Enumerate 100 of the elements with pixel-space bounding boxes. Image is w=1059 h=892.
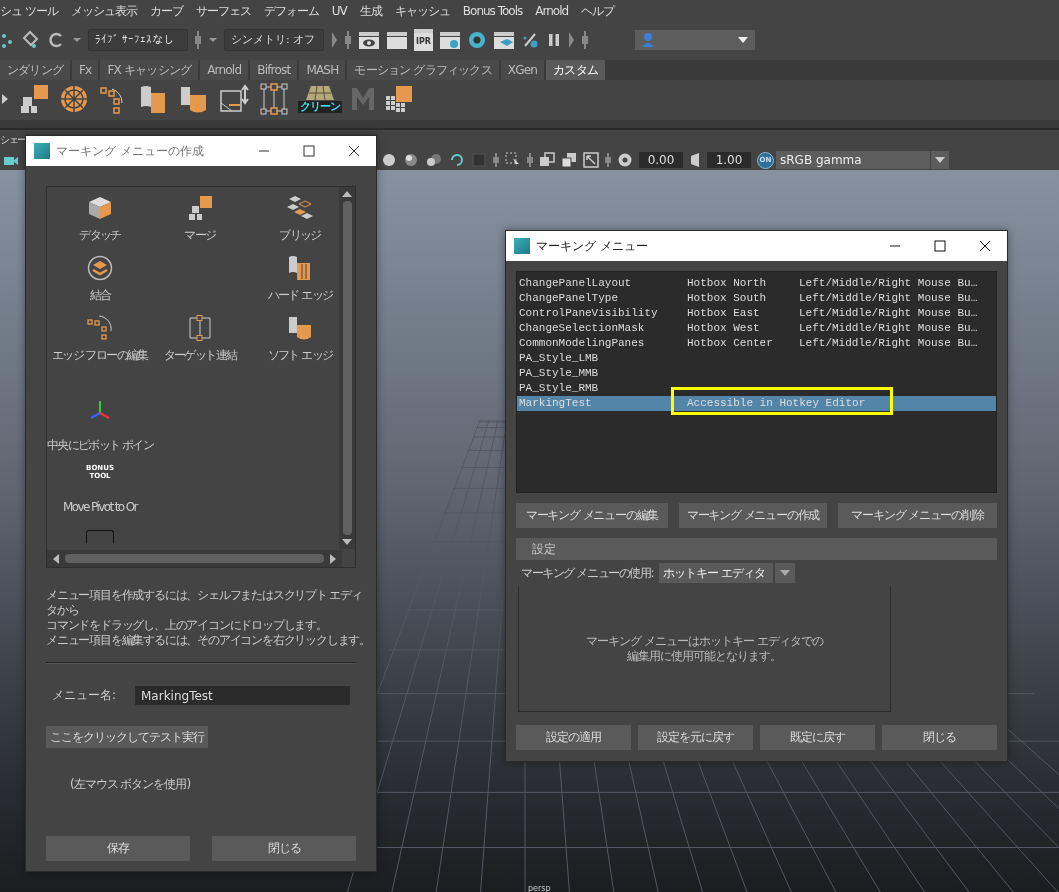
horizontal-scrollbar[interactable] [47, 550, 342, 567]
menu-item[interactable]: キャッシュ [394, 2, 450, 20]
scale-pivot-icon[interactable] [218, 83, 250, 115]
wheel-icon[interactable] [58, 83, 90, 115]
list-row[interactable]: PA_Style_RMB [517, 381, 996, 396]
view-transform-dropdown[interactable]: sRGB gamma [776, 151, 930, 169]
dialog-button[interactable]: 設定を元に戻す [638, 725, 753, 750]
list-row[interactable]: ChangePanelType Hotbox South Left/Middle/Right Mouse Bu… [517, 291, 996, 306]
list-row[interactable]: ChangeSelectionMask Hotbox West Left/Middle/Right Mouse Bu… [517, 321, 996, 336]
menu-item[interactable]: メッシュ表示 [70, 2, 137, 20]
list-row[interactable]: ControlPaneVisibility Hotbox East Left/Middle/Right Mouse Bu… [517, 306, 996, 321]
ipr-render-icon[interactable]: IPR [414, 29, 433, 51]
menu-name-field[interactable]: MarkingTest [135, 686, 350, 705]
test-run-button[interactable]: ここをクリックしてテスト実行 [46, 726, 208, 748]
scroll-right-icon[interactable] [330, 553, 336, 564]
symmetry-field[interactable]: シンメトリ: オフ [224, 29, 324, 51]
double-sphere-icon[interactable] [425, 152, 443, 168]
dialog-button[interactable]: 閉じる [882, 725, 997, 750]
list-row[interactable]: ChangePanelLayout Hotbox North Left/Middle/Right Mouse Bu… [517, 276, 996, 291]
menu-item[interactable]: シュ ツール [0, 2, 58, 20]
menu-item[interactable]: UV [331, 4, 347, 18]
menu-item[interactable]: デフォーム [263, 2, 319, 20]
merge-icon[interactable] [187, 195, 213, 221]
shelf-tab[interactable]: モーション グラフィックス [347, 60, 499, 80]
maximize-icon[interactable] [303, 145, 315, 157]
separator-handle-icon[interactable] [605, 152, 611, 168]
caret-icon [780, 570, 791, 576]
render-view-icon[interactable] [358, 30, 380, 50]
render-settings-icon[interactable] [439, 30, 461, 50]
action-button[interactable]: マーキング メニューの作成 [679, 503, 827, 528]
merge-icon[interactable] [18, 83, 50, 115]
shelf-tab[interactable]: ンダリング [0, 60, 70, 80]
caret-icon [737, 36, 749, 44]
exposure-field[interactable]: 0.00 [639, 152, 683, 168]
close-icon[interactable] [979, 240, 991, 252]
grid-blocks-icon[interactable] [384, 84, 414, 114]
sphere-icon[interactable] [381, 152, 397, 168]
render-ring-icon[interactable] [467, 30, 487, 50]
separator-handle-icon[interactable] [493, 152, 499, 168]
list-row[interactable]: CommonModelingPanes Hotbox Center Left/Middle/Right Mouse Bu… [517, 336, 996, 351]
vertical-scrollbar[interactable] [339, 187, 355, 549]
dialog-button[interactable]: 閉じる [212, 836, 356, 861]
bridge-icon[interactable] [285, 195, 315, 221]
edge-flow-icon[interactable] [87, 315, 113, 341]
render-layers-icon[interactable] [493, 30, 515, 50]
info-text: マーキング メニューはホットキー エディタでの 編集用に使用可能となります。 [586, 633, 823, 664]
scroll-down-icon[interactable] [342, 539, 352, 545]
dialog-button[interactable]: 保存 [46, 836, 190, 861]
usage-dropdown[interactable]: ホットキー エディタ [659, 563, 774, 583]
close-icon[interactable] [348, 145, 360, 157]
scroll-up-icon[interactable] [342, 191, 352, 197]
section-header[interactable]: 設定 [516, 538, 997, 560]
shelf-tab[interactable]: Bifrost [250, 60, 298, 80]
shaded-sphere-icon[interactable] [403, 152, 419, 168]
shelf-tab[interactable]: FX キャッシング [100, 60, 199, 80]
dialog-button[interactable]: 既定に戻す [760, 725, 875, 750]
magnet-icon[interactable] [20, 30, 40, 50]
menu-item[interactable]: Bonus Tools [462, 4, 523, 18]
shelf-tab[interactable]: XGen [500, 60, 545, 80]
target-weld-icon[interactable] [258, 83, 290, 115]
maximize-icon[interactable] [934, 240, 946, 252]
combine-icon[interactable] [87, 255, 113, 281]
tool-label: ソフト エッジ [267, 347, 333, 364]
list-row[interactable]: PA_Style_MMB [517, 366, 996, 381]
shelf-tab[interactable]: Fx [72, 60, 99, 80]
menu-item[interactable]: サーフェス [195, 2, 251, 20]
dropdown-arrow-button[interactable] [775, 563, 796, 583]
target-weld-icon[interactable] [187, 315, 213, 341]
hard-edge-icon[interactable] [287, 255, 313, 281]
separator-handle-icon[interactable] [194, 29, 202, 51]
menu-item[interactable]: 生成 [359, 2, 382, 20]
menu-item[interactable]: ヘルプ [581, 2, 615, 20]
resize-square-icon[interactable] [583, 152, 599, 168]
cube-icon[interactable] [87, 195, 113, 221]
stacked-squares-icon[interactable] [561, 152, 577, 168]
list-cell: Left/Middle/Right Mouse Bu… [799, 291, 978, 306]
dropdown-arrow-button[interactable] [931, 151, 949, 169]
tool-label: ブリッジ [279, 227, 321, 244]
live-surface-field[interactable]: ﾗｲﾌﾞ ｻｰﾌｪｽなし [88, 29, 188, 51]
list-cell: Left/Middle/Right Mouse Bu… [799, 276, 978, 291]
scroll-left-icon[interactable] [53, 553, 59, 564]
shelf-tab[interactable]: カスタム [546, 60, 605, 80]
action-button[interactable]: マーキング メニューの編集 [516, 503, 668, 528]
shelf-tab[interactable]: Arnold [200, 60, 249, 80]
shelf-tab[interactable]: MASH [299, 60, 346, 80]
list-row[interactable]: PA_Style_LMB [517, 351, 996, 366]
menu-item[interactable]: カーブ [149, 2, 183, 20]
dialog-button[interactable]: 設定の適用 [516, 725, 631, 750]
action-button[interactable]: マーキング メニューの削除 [838, 503, 997, 528]
cleanup-shelf-button[interactable]: クリーン [298, 85, 342, 113]
list-cell: PA_Style_RMB [519, 381, 599, 396]
list-cell: Left/Middle/Right Mouse Bu… [799, 306, 978, 321]
separator-handle-icon[interactable] [344, 29, 352, 51]
menu-item[interactable]: Arnold [535, 4, 569, 18]
overlap-squares-icon[interactable] [539, 152, 555, 168]
soft-edge-icon[interactable] [287, 315, 313, 341]
clapboard-icon[interactable] [386, 30, 408, 50]
separator-handle-icon[interactable] [581, 29, 589, 51]
separator-handle-icon[interactable] [527, 152, 533, 168]
gamma-field[interactable]: 1.00 [707, 152, 751, 168]
